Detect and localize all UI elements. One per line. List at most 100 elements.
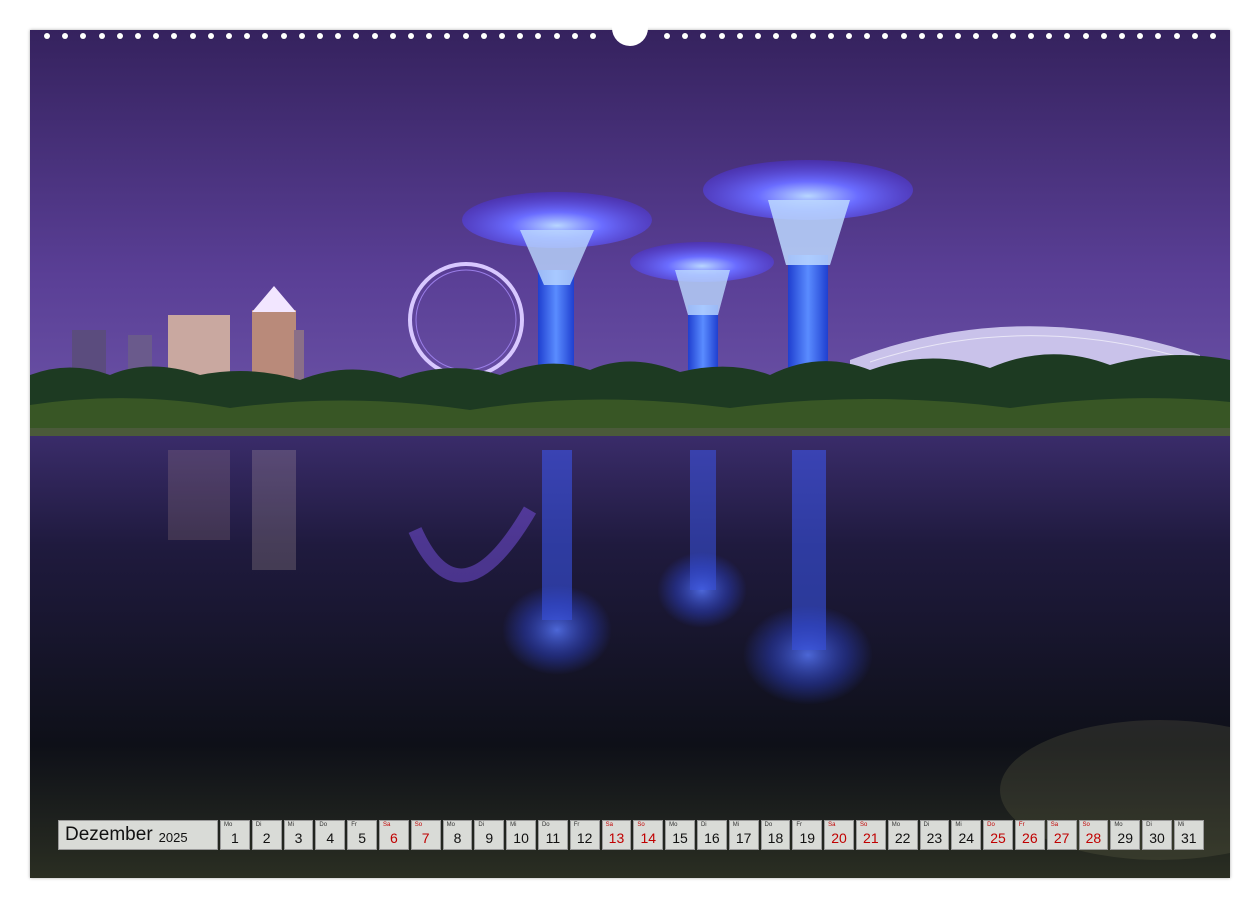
weekday-label: Fr [573,822,580,828]
day-number: 30 [1149,830,1165,846]
day-number: 29 [1117,830,1133,846]
calendar-page: Dezember 2025 Mo 1 Di 2 Mi 3 Do 4 Fr 5 Sa 6 So 7 Mo 8 Di… [0,0,1260,908]
binding-hole [499,33,505,39]
day-cell: Mi 17 [728,820,759,850]
binding-hole [62,33,69,39]
binding-hole [44,33,50,39]
day-cell: Do 18 [760,820,791,850]
binding-hole [1100,33,1107,39]
gardens-by-the-bay-scene [30,30,1230,878]
binding-hole [116,33,123,39]
weekday-label: Mi [955,822,962,828]
day-cell: Do 25 [983,820,1013,850]
day-number: 14 [640,830,657,846]
binding-hole [864,33,871,39]
day-number: 10 [513,830,529,846]
binding-hole [1210,33,1216,39]
day-number: 22 [894,830,911,846]
spiral-binding [30,24,1230,46]
day-number: 8 [453,830,462,846]
weekday-label: Di [923,822,930,828]
binding-hole [1082,33,1089,39]
binding-hole [226,33,232,39]
day-number: 9 [485,830,494,846]
day-number: 21 [863,830,879,846]
day-cell: Mi 3 [283,820,314,850]
day-number: 31 [1181,830,1197,846]
weekday-label: Di [1146,822,1152,828]
binding-hole [918,33,925,39]
weekday-label: Di [700,822,707,828]
weekday-label: Sa [1050,822,1059,828]
binding-hole [535,33,542,39]
month-label: Dezember 2025 [58,820,218,850]
weekday-label: Do [987,822,995,828]
day-cell: Mo 22 [887,820,918,850]
weekday-label: Mo [224,822,233,828]
day-cell: Di 16 [696,820,727,850]
day-cell: Di 9 [474,820,505,850]
day-cell: Mo 1 [220,820,250,850]
day-cell: Do 11 [537,820,568,850]
day-cell: Di 23 [919,820,950,850]
binding-hole [571,33,578,39]
day-cell: Mo 8 [442,820,473,850]
day-cell: Do 4 [315,820,346,850]
binding-hole [207,33,214,39]
day-number: 18 [767,830,784,846]
day-number: 27 [1053,830,1070,846]
binding-hole [1137,33,1144,39]
binding-hole [280,33,287,39]
day-number: 11 [545,830,561,846]
weekday-label: Sa [605,822,613,828]
binding-hole [991,33,998,39]
day-number: 17 [735,830,752,846]
binding-hole [1173,33,1180,39]
binding-hole [1009,33,1016,39]
day-number: 12 [576,830,593,846]
day-cell: Fr 26 [1014,820,1045,850]
day-cell: Di 30 [1142,820,1172,850]
day-number: 26 [1022,830,1038,846]
weekday-label: Mo [1114,822,1123,828]
binding-hole [937,33,943,39]
calendar-strip: Dezember 2025 Mo 1 Di 2 Mi 3 Do 4 Fr 5 Sa 6 So 7 Mo 8 Di… [58,820,1204,850]
month-name: Dezember [65,824,153,845]
hanger-notch [612,24,648,46]
weekday-label: So [637,822,645,828]
binding-hole [298,33,305,39]
binding-hole [80,33,87,39]
day-cell: So 21 [855,820,886,850]
day-number: 2 [262,830,271,846]
binding-hole [480,33,487,39]
binding-hole [171,33,178,39]
day-cell: Di 2 [251,820,282,850]
weekday-label: Do [764,822,773,828]
binding-hole [1191,33,1198,39]
month-year: 2025 [158,829,188,845]
weekday-label: Mo [446,822,455,828]
weekday-label: Di [478,822,485,828]
day-number: 24 [958,830,975,846]
binding-hole [809,33,816,39]
weekday-label: Mi [287,822,294,828]
day-number: 20 [831,830,847,846]
binding-hole [408,33,414,39]
day-cell: Sa 27 [1046,820,1077,850]
weekday-label: Do [541,822,550,828]
day-cell: Fr 5 [347,820,377,850]
weekday-label: So [1082,822,1090,828]
day-cell: Sa 20 [824,820,854,850]
binding-hole [1028,33,1034,39]
binding-hole [1064,33,1071,39]
day-number: 7 [421,830,430,846]
weekday-label: Fr [351,822,357,828]
day-cell: Sa 6 [378,820,409,850]
day-cell: So 7 [410,820,441,850]
day-cell: Mi 24 [951,820,982,850]
binding-hole [1119,33,1125,39]
day-cell: Mo 29 [1110,820,1141,850]
weekday-label: Sa [382,822,391,828]
weekday-label: Do [319,822,328,828]
weekday-label: Mi [510,822,517,828]
